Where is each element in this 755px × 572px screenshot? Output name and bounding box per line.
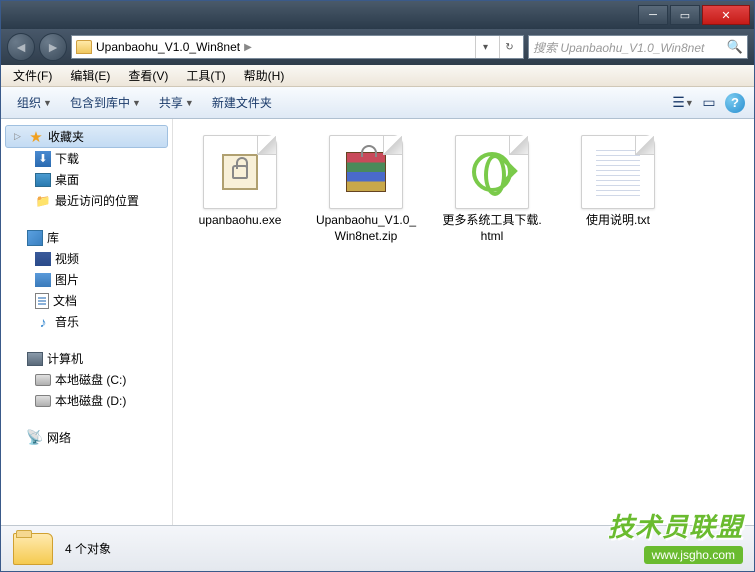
file-item-zip[interactable]: Upanbaohu_V1.0_Win8net.zip — [311, 131, 421, 248]
menu-file[interactable]: 文件(F) — [5, 65, 60, 86]
file-item-exe[interactable]: upanbaohu.exe — [185, 131, 295, 248]
search-placeholder: 搜索 Upanbaohu_V1.0_Win8net — [533, 39, 704, 56]
refresh-button[interactable]: ↻ — [499, 36, 519, 58]
navigation-pane: ▷ ★ 收藏夹 ⬇下载 桌面 📁最近访问的位置 库 视频 图片 文档 ♪音乐 计… — [1, 119, 173, 525]
chevron-down-icon: ▼ — [132, 98, 141, 108]
txt-icon — [581, 135, 655, 209]
picture-icon — [35, 273, 51, 287]
toolbar: 组织▼ 包含到库中▼ 共享▼ 新建文件夹 ☰ ▼ ▭ ? — [1, 87, 754, 119]
titlebar: ─ ▭ ✕ — [1, 1, 754, 29]
back-button[interactable]: ◄ — [7, 33, 35, 61]
maximize-button[interactable]: ▭ — [670, 5, 700, 25]
sidebar-item-pictures[interactable]: 图片 — [1, 269, 172, 290]
recent-icon: 📁 — [35, 193, 51, 209]
chevron-down-icon: ▼ — [185, 98, 194, 108]
sidebar-item-desktop[interactable]: 桌面 — [1, 169, 172, 190]
breadcrumb-text: Upanbaohu_V1.0_Win8net — [96, 40, 240, 54]
file-label: upanbaohu.exe — [199, 213, 282, 229]
menu-view[interactable]: 查看(V) — [120, 65, 176, 86]
video-icon — [35, 252, 51, 266]
sidebar-item-disk-d[interactable]: 本地磁盘 (D:) — [1, 390, 172, 411]
file-item-html[interactable]: 更多系统工具下载.html — [437, 131, 547, 248]
desktop-icon — [35, 173, 51, 187]
exe-icon — [203, 135, 277, 209]
folder-icon — [76, 40, 92, 54]
sidebar-item-favorites[interactable]: ▷ ★ 收藏夹 — [5, 125, 168, 148]
file-item-txt[interactable]: 使用说明.txt — [563, 131, 673, 248]
address-bar[interactable]: Upanbaohu_V1.0_Win8net ▶ ▾ ↻ — [71, 35, 524, 59]
menu-bar: 文件(F) 编辑(E) 查看(V) 工具(T) 帮助(H) — [1, 65, 754, 87]
computer-icon — [27, 352, 43, 366]
navigation-bar: ◄ ► Upanbaohu_V1.0_Win8net ▶ ▾ ↻ 搜索 Upan… — [1, 29, 754, 65]
view-options-button[interactable]: ☰ ▼ — [672, 92, 694, 114]
minimize-button[interactable]: ─ — [638, 5, 668, 25]
forward-button[interactable]: ► — [39, 33, 67, 61]
newfolder-button[interactable]: 新建文件夹 — [204, 90, 280, 115]
watermark-url: www.jsgho.com — [644, 546, 743, 564]
file-label: Upanbaohu_V1.0_Win8net.zip — [315, 213, 417, 244]
star-icon: ★ — [28, 129, 44, 145]
organize-button[interactable]: 组织▼ — [9, 90, 60, 115]
watermark: 技术员联盟 www.jsgho.com — [608, 507, 743, 564]
address-dropdown-button[interactable]: ▾ — [475, 36, 495, 58]
sidebar-item-network[interactable]: 📡网络 — [1, 427, 172, 448]
expand-caret[interactable]: ▷ — [14, 131, 24, 142]
disk-icon — [35, 374, 51, 386]
archive-icon — [329, 135, 403, 209]
folder-icon — [13, 533, 53, 565]
help-button[interactable]: ? — [724, 92, 746, 114]
share-button[interactable]: 共享▼ — [151, 90, 202, 115]
search-box[interactable]: 搜索 Upanbaohu_V1.0_Win8net 🔍 — [528, 35, 748, 59]
help-icon: ? — [725, 93, 745, 113]
sidebar-item-recent[interactable]: 📁最近访问的位置 — [1, 190, 172, 211]
watermark-title: 技术员联盟 — [608, 507, 743, 544]
content-area: ▷ ★ 收藏夹 ⬇下载 桌面 📁最近访问的位置 库 视频 图片 文档 ♪音乐 计… — [1, 119, 754, 525]
library-icon — [27, 230, 43, 246]
file-label: 使用说明.txt — [586, 213, 650, 229]
file-label: 更多系统工具下载.html — [441, 213, 543, 244]
explorer-window: ─ ▭ ✕ ◄ ► Upanbaohu_V1.0_Win8net ▶ ▾ ↻ 搜… — [0, 0, 755, 572]
sidebar-item-libraries[interactable]: 库 — [1, 227, 172, 248]
breadcrumb-separator: ▶ — [244, 42, 252, 53]
network-icon: 📡 — [27, 430, 43, 446]
sidebar-item-documents[interactable]: 文档 — [1, 290, 172, 311]
html-icon — [455, 135, 529, 209]
music-icon: ♪ — [35, 314, 51, 330]
menu-help[interactable]: 帮助(H) — [236, 65, 293, 86]
disk-icon — [35, 395, 51, 407]
preview-pane-button[interactable]: ▭ — [698, 92, 720, 114]
status-text: 4 个对象 — [65, 540, 111, 557]
sidebar-item-disk-c[interactable]: 本地磁盘 (C:) — [1, 369, 172, 390]
sidebar-item-music[interactable]: ♪音乐 — [1, 311, 172, 332]
sidebar-item-computer[interactable]: 计算机 — [1, 348, 172, 369]
chevron-down-icon: ▼ — [43, 98, 52, 108]
sidebar-item-videos[interactable]: 视频 — [1, 248, 172, 269]
download-icon: ⬇ — [35, 151, 51, 167]
menu-edit[interactable]: 编辑(E) — [62, 65, 118, 86]
include-button[interactable]: 包含到库中▼ — [62, 90, 149, 115]
file-list[interactable]: upanbaohu.exe Upanbaohu_V1.0_Win8net.zip… — [173, 119, 754, 525]
sidebar-item-downloads[interactable]: ⬇下载 — [1, 148, 172, 169]
document-icon — [35, 293, 49, 309]
search-icon: 🔍 — [727, 39, 743, 55]
menu-tools[interactable]: 工具(T) — [178, 65, 233, 86]
close-button[interactable]: ✕ — [702, 5, 750, 25]
